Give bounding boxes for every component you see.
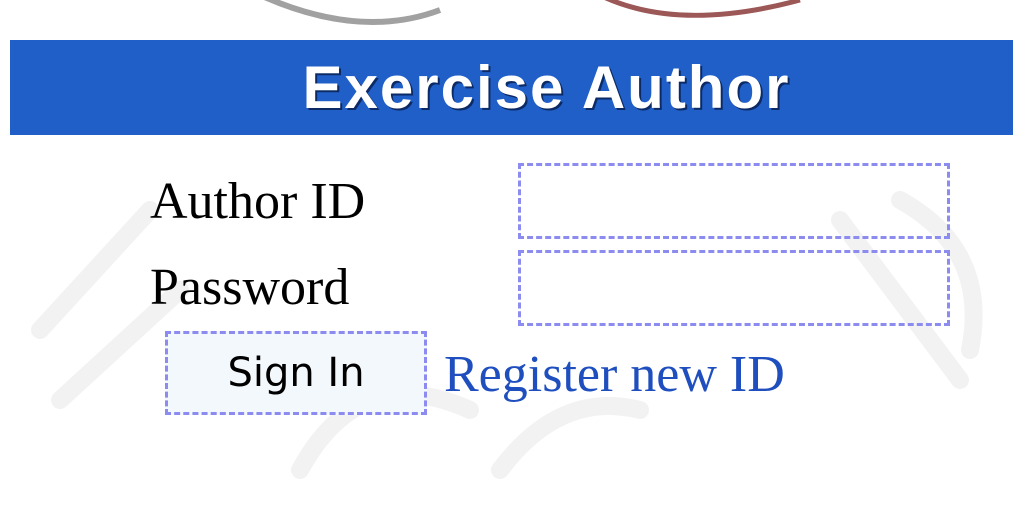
logo-arc [264, 0, 801, 25]
author-id-input[interactable] [518, 163, 950, 239]
password-input[interactable] [518, 250, 950, 326]
password-label: Password [150, 259, 350, 316]
sign-in-button[interactable]: Sign In [165, 331, 427, 415]
header-bar: Exercise Author [10, 40, 1013, 135]
page-title: Exercise Author [302, 54, 791, 121]
author-id-label: Author ID [150, 173, 366, 230]
register-new-id-link[interactable]: Register new ID [444, 345, 785, 405]
